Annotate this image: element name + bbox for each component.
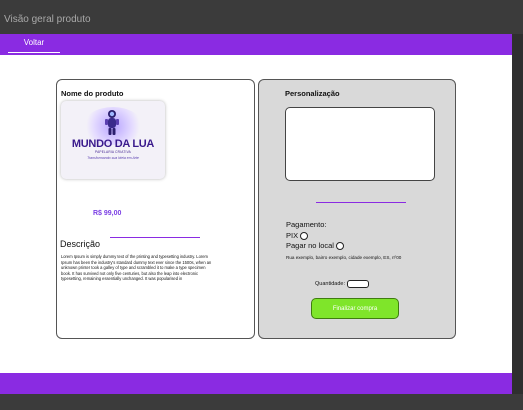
description-text: Lorem Ipsum is simply dummy text of the …	[61, 254, 212, 282]
quantity-input[interactable]	[346, 280, 369, 288]
astronaut-icon	[105, 110, 119, 135]
product-card: Nome do produto MUNDO DA LUA PAPELARIA C…	[56, 79, 255, 339]
logo-subtitle: PAPELARIA CRIATIVA	[94, 150, 131, 154]
pix-radio[interactable]	[300, 231, 309, 240]
quantity-label: Quantidade:	[315, 281, 345, 287]
description-title: Descrição	[60, 239, 101, 249]
payment-option-label: PIX	[286, 231, 299, 240]
vertical-scrollbar[interactable]	[512, 34, 523, 394]
customization-card: Personalização Pagamento: PIX Pagar no l…	[258, 79, 456, 339]
quantity-field: Quantidade:	[315, 280, 369, 288]
address-text: Rua exemplo, bairro exemplo, cidade exem…	[286, 255, 402, 260]
product-name: Nome do produto	[61, 89, 124, 98]
payment-label: Pagamento:	[286, 220, 327, 229]
back-link[interactable]: Voltar	[8, 38, 60, 53]
customization-title: Personalização	[285, 89, 340, 98]
pay-local-radio[interactable]	[335, 241, 344, 250]
frame-title: Visão geral produto	[4, 14, 91, 25]
payment-option-label: Pagar no local	[286, 241, 334, 250]
product-price: R$ 99,00	[93, 210, 122, 217]
top-nav-bar: Voltar	[0, 34, 512, 55]
product-page: Voltar Nome do produto MUNDO DA LUA PAPE…	[0, 34, 512, 394]
customization-textarea[interactable]	[285, 107, 435, 181]
divider	[316, 202, 406, 203]
payment-option-pix[interactable]: PIX	[286, 231, 309, 240]
product-image: MUNDO DA LUA PAPELARIA CRIATIVA Transfor…	[61, 101, 165, 179]
bottom-bar	[0, 373, 512, 394]
divider	[110, 237, 200, 238]
logo-tagline: Transformando sua Ideia em Arte	[87, 156, 139, 160]
finalize-purchase-button[interactable]: Finalizar compra	[311, 298, 399, 319]
payment-option-local[interactable]: Pagar no local	[286, 241, 344, 250]
logo-title: MUNDO DA LUA	[71, 138, 155, 150]
